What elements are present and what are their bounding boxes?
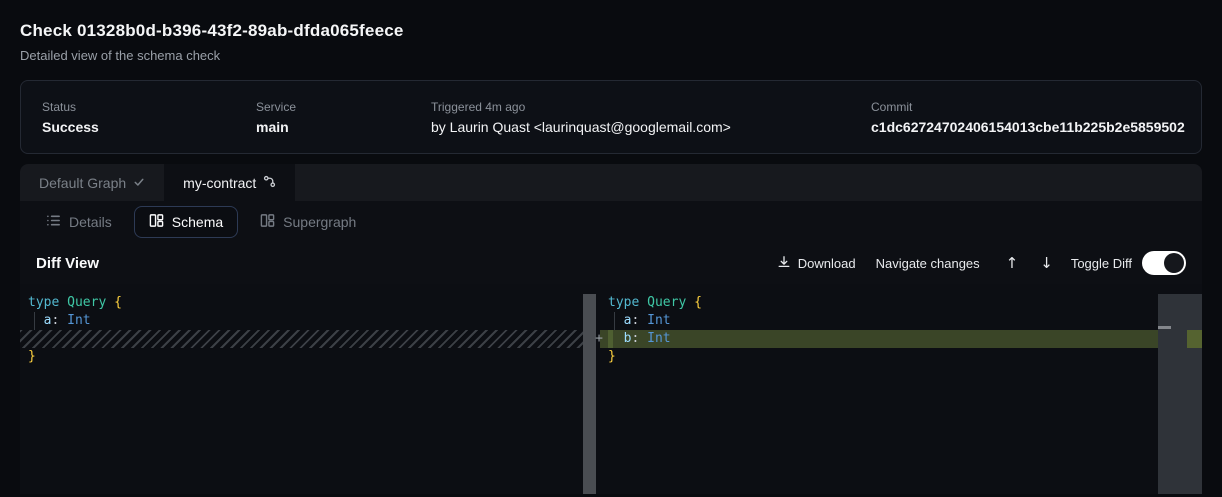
code-line: type Query { (20, 294, 596, 312)
summary-status: Status Success (42, 100, 256, 135)
page-header: Check 01328b0d-b396-43f2-89ab-dfda065fee… (20, 0, 1202, 63)
graph-tab-label: Default Graph (39, 175, 126, 191)
overview-added-marker (1187, 330, 1202, 348)
service-label: Service (256, 100, 431, 114)
triggered-value: by Laurin Quast <laurinquast@googlemail.… (431, 119, 871, 135)
code-line: } (600, 348, 1158, 366)
code-line: a: Int (20, 312, 596, 330)
page-subtitle: Detailed view of the schema check (20, 48, 1202, 63)
triggered-label: Triggered 4m ago (431, 100, 871, 114)
overview-viewport-indicator (1158, 326, 1171, 329)
download-icon (777, 255, 791, 272)
navigate-changes-label: Navigate changes (876, 256, 980, 271)
view-tab-label: Details (69, 214, 112, 230)
commit-value: c1dc62724702406154013cbe11b225b2e5859502 (871, 119, 1201, 135)
page-title: Check 01328b0d-b396-43f2-89ab-dfda065fee… (20, 21, 1202, 41)
status-value: Success (42, 119, 256, 135)
tab-default-graph[interactable]: Default Graph (20, 164, 164, 201)
switch-knob (1164, 253, 1184, 273)
diff-pane-before[interactable]: type Query { a: Int} (20, 284, 596, 494)
commit-label: Commit (871, 100, 1201, 114)
summary-service: Service main (256, 100, 431, 135)
panels-icon (260, 213, 275, 231)
view-tab-label: Supergraph (283, 214, 356, 230)
view-tab-label: Schema (172, 214, 223, 230)
check-icon (133, 175, 145, 191)
check-summary-card: Status Success Service main Triggered 4m… (20, 80, 1202, 154)
code-line: } (20, 348, 596, 366)
insert-change-marker: + (592, 330, 606, 348)
service-value: main (256, 119, 431, 135)
next-change-button[interactable]: ↓ (1032, 254, 1061, 272)
toggle-diff-switch[interactable] (1142, 251, 1186, 275)
diff-tools: Download Navigate changes ↑ ↓ Toggle Dif… (777, 251, 1186, 275)
schema-check-card: Default Graph my-contract (20, 164, 1202, 494)
diff-filler-line (20, 330, 596, 348)
list-icon (46, 213, 61, 231)
graph-tab-label: my-contract (183, 175, 256, 191)
schema-diff-editor[interactable]: type Query { a: Int} type Query { a: Int… (20, 284, 1202, 494)
indent-guide (34, 312, 35, 330)
left-pane-scrollbar[interactable] (583, 294, 596, 494)
panels-icon (149, 213, 164, 231)
added-code-line: b: Int (600, 330, 1158, 348)
contract-icon (263, 175, 276, 191)
download-label: Download (798, 256, 856, 271)
graph-tabstrip: Default Graph my-contract (20, 164, 1202, 201)
download-button[interactable]: Download (777, 255, 856, 272)
right-pane-scrollbar[interactable] (1158, 294, 1202, 494)
diff-pane-after[interactable]: type Query { a: Int b: Int} (600, 284, 1158, 494)
view-tabstrip: Details Schema (20, 201, 1202, 242)
diff-view-title: Diff View (36, 255, 99, 272)
summary-triggered: Triggered 4m ago by Laurin Quast <laurin… (431, 100, 871, 135)
tab-schema[interactable]: Schema (134, 206, 238, 238)
diff-toolbar: Diff View Download Navigate changes ↑ ↓ … (20, 242, 1202, 284)
indent-guide (614, 312, 615, 330)
summary-commit: Commit c1dc62724702406154013cbe11b225b2e… (871, 100, 1201, 135)
tab-my-contract[interactable]: my-contract (164, 164, 295, 201)
tab-supergraph[interactable]: Supergraph (250, 206, 366, 238)
previous-change-button[interactable]: ↑ (998, 254, 1027, 272)
code-line: type Query { (600, 294, 1158, 312)
code-line: a: Int (600, 312, 1158, 330)
toggle-diff-label: Toggle Diff (1071, 256, 1132, 271)
tab-details[interactable]: Details (36, 206, 122, 238)
status-label: Status (42, 100, 256, 114)
